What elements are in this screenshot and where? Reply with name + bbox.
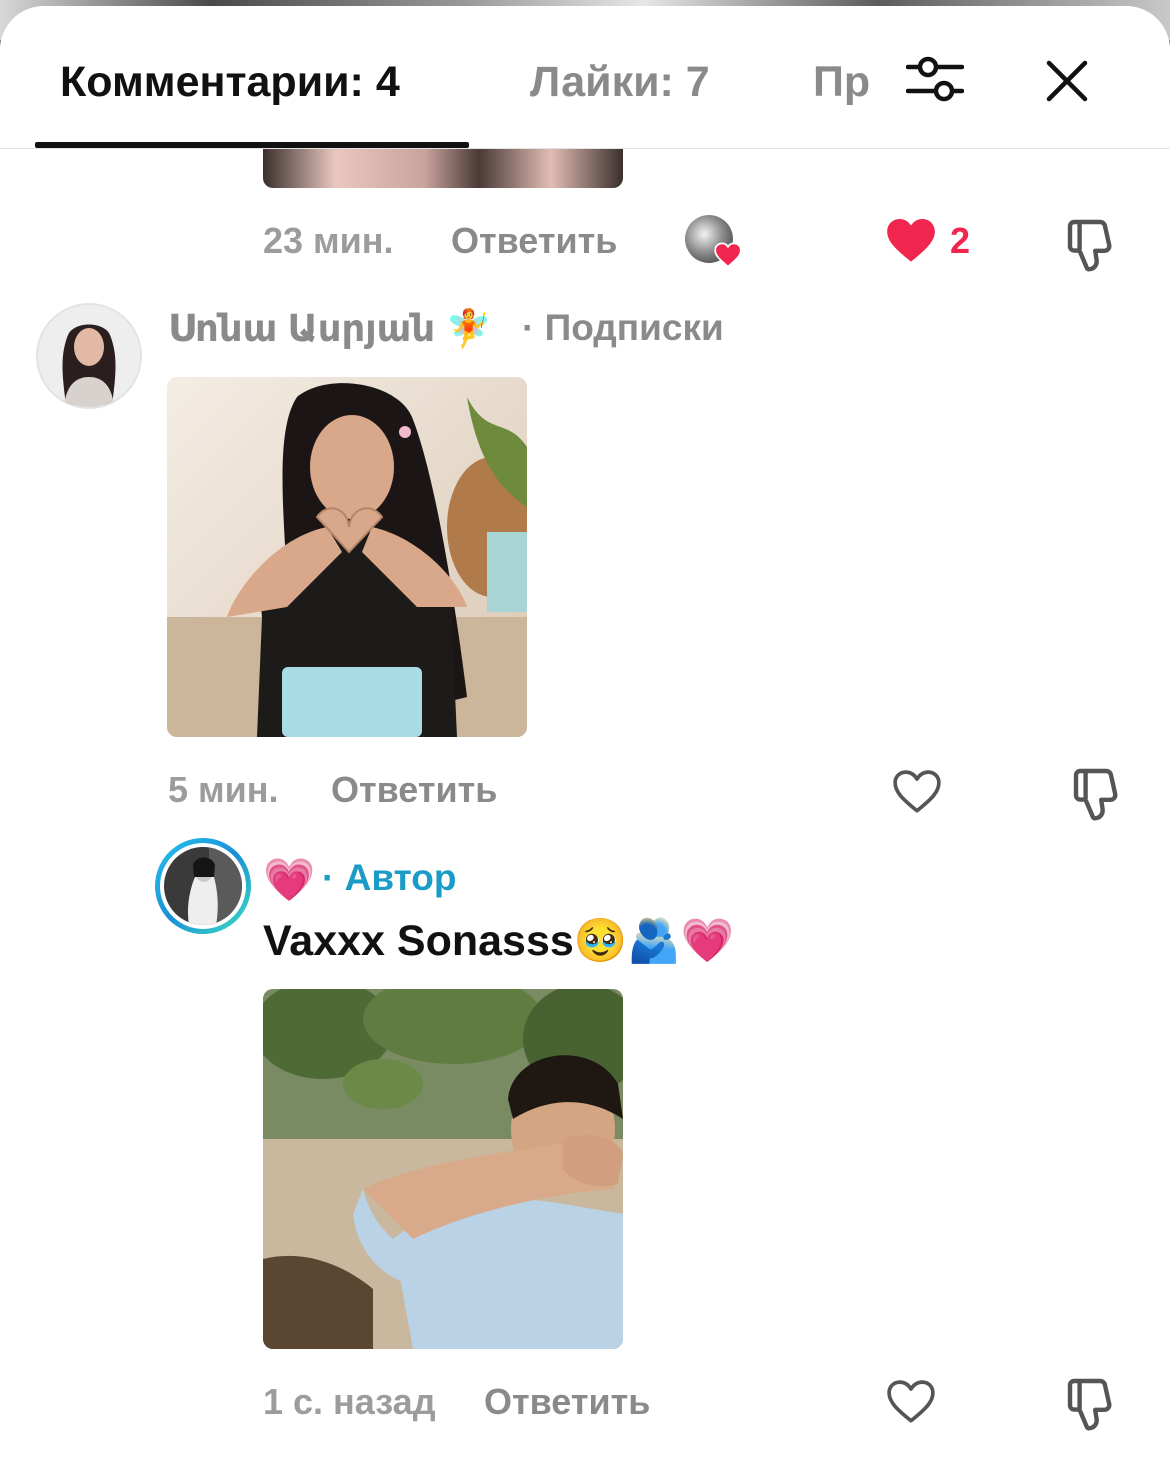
thumbs-down-icon[interactable]: [1070, 768, 1122, 822]
previous-comment-reply-button[interactable]: Ответить: [451, 220, 617, 262]
small-heart-icon: [714, 242, 742, 268]
tab-more[interactable]: Пр: [813, 56, 869, 108]
previous-comment-like-count: 2: [950, 220, 971, 261]
author-avatar-photo: [164, 847, 242, 925]
heart-outline-icon[interactable]: [891, 768, 943, 814]
comment-1-reply-button[interactable]: Ответить: [331, 769, 497, 811]
author-avatar: [160, 843, 246, 929]
comment-1-time: 5 мин.: [168, 769, 279, 810]
relation-label: · Подписки: [522, 307, 724, 348]
commenter-avatar-photo: [38, 305, 140, 407]
thumbs-down-icon[interactable]: [1064, 219, 1116, 273]
active-tab-indicator: [35, 142, 469, 148]
comment-2-reply-button[interactable]: Ответить: [484, 1381, 650, 1423]
tab-comments[interactable]: Комментарии: 4: [60, 56, 400, 108]
author-username-emoji[interactable]: 💗: [263, 854, 315, 906]
commenter-username[interactable]: Սոնա Ասրյան 🧚: [168, 307, 492, 351]
thumbs-down-icon[interactable]: [1064, 1378, 1116, 1432]
author-badge: · Автор: [322, 857, 457, 898]
close-icon[interactable]: [1044, 58, 1090, 104]
comment-2-time: 1 с. назад: [263, 1381, 436, 1422]
commenter-avatar[interactable]: [36, 303, 142, 409]
comment-2-photo[interactable]: [263, 989, 623, 1349]
author-comment-text: Vaxxx Sonasss🥹🫂💗: [263, 917, 735, 965]
comment-1-image: [167, 377, 527, 737]
author-liked-indicator: [685, 215, 743, 271]
tabs-header: Комментарии: 4 Лайки: 7 Пр: [0, 6, 1170, 149]
sliders-icon[interactable]: [906, 52, 964, 106]
previous-comment-time: 23 мин.: [263, 220, 394, 261]
heart-filled-icon[interactable]: [885, 217, 937, 263]
author-avatar-ring[interactable]: [155, 838, 251, 934]
heart-outline-icon[interactable]: [885, 1378, 937, 1424]
comment-1-photo[interactable]: [167, 377, 527, 737]
comments-sheet: 23 мин. Ответить 2 Սոնա Ասրյան 🧚 · Подпи…: [0, 6, 1170, 1478]
tab-likes[interactable]: Лайки: 7: [530, 56, 710, 108]
comment-2-image: [263, 989, 623, 1349]
